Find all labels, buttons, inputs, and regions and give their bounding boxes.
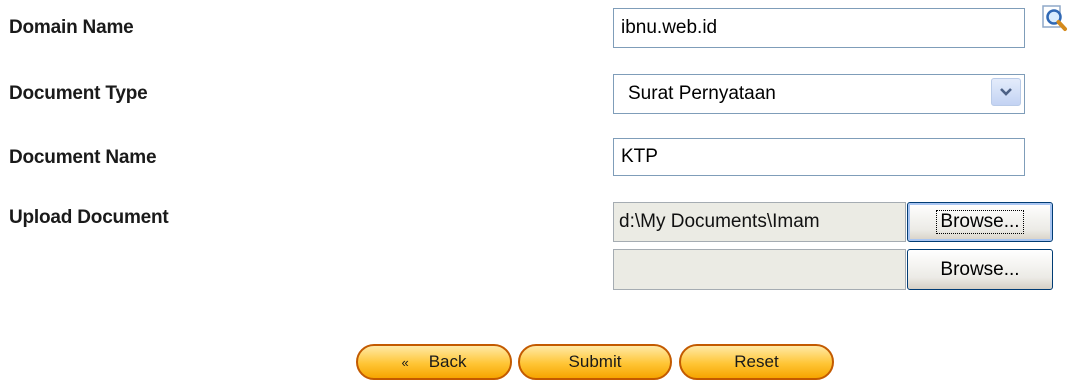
domain-name-label: Domain Name — [9, 17, 134, 38]
back-button[interactable]: « Back — [356, 344, 512, 380]
document-type-select[interactable]: Surat Pernyataan — [613, 74, 1025, 114]
document-name-input[interactable]: KTP — [613, 138, 1025, 176]
upload-document-label: Upload Document — [9, 207, 169, 228]
chevron-down-icon[interactable] — [991, 78, 1021, 106]
back-button-label: Back — [428, 352, 467, 371]
document-type-value: Surat Pernyataan — [628, 83, 776, 104]
browse-button-1-label: Browse... — [936, 210, 1024, 234]
upload-file-path-1[interactable]: d:\My Documents\Imam — [613, 202, 906, 242]
magnifier-document-icon[interactable] — [1041, 4, 1069, 34]
submit-button[interactable]: Submit — [518, 344, 672, 380]
browse-button-2-label: Browse... — [940, 258, 1020, 280]
upload-file-path-2[interactable] — [613, 249, 906, 290]
back-arrow-icon: « — [401, 354, 408, 370]
submit-button-label: Submit — [568, 352, 622, 371]
browse-button-1[interactable]: Browse... — [907, 202, 1053, 242]
document-name-label: Document Name — [9, 147, 157, 168]
document-type-label: Document Type — [9, 83, 148, 104]
reset-button-label: Reset — [734, 352, 779, 371]
reset-button[interactable]: Reset — [679, 344, 834, 380]
domain-name-input[interactable]: ibnu.web.id — [613, 8, 1025, 48]
browse-button-2[interactable]: Browse... — [907, 249, 1053, 290]
